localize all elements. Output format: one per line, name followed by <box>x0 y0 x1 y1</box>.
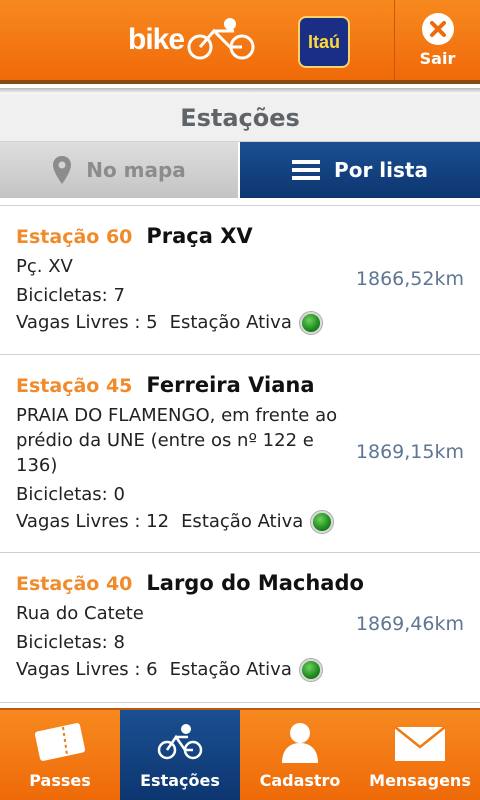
list-view-button[interactable]: Por lista <box>240 142 480 198</box>
map-view-label: No mapa <box>86 158 186 182</box>
map-pin-icon <box>53 156 72 184</box>
map-view-button[interactable]: No mapa <box>0 142 240 198</box>
station-status: Estação Ativa <box>169 659 292 680</box>
station-number: Estação 60 <box>16 226 133 248</box>
page-title: Estações <box>0 94 480 142</box>
divider <box>0 198 480 206</box>
station-free-slots: Vagas Livres : 12 <box>16 511 170 532</box>
station-status: Estação Ativa <box>181 511 304 532</box>
logo-text: bike <box>128 23 185 56</box>
station-name: Largo do Machado <box>146 571 364 595</box>
bike-logo-icon <box>187 18 255 60</box>
itau-logo-text: Itaú <box>307 31 340 52</box>
station-name: Praça XV <box>146 224 253 248</box>
station-status: Estação Ativa <box>169 312 292 333</box>
top-bar: bike Itaú Sair <box>0 0 480 84</box>
tab-messages-label: Mensagens <box>369 771 471 790</box>
station-distance: 1869,15km <box>355 441 464 463</box>
station-status-line: Vagas Livres : 6 Estação Ativa <box>16 655 480 685</box>
station-name: Ferreira Viana <box>146 373 315 397</box>
station-free-slots: Vagas Livres : 6 <box>16 659 158 680</box>
station-row[interactable]: Estação 60 Praça XV Pç. XV Bicicletas: 7… <box>0 206 480 355</box>
list-view-label: Por lista <box>334 158 428 182</box>
station-number: Estação 45 <box>16 375 133 397</box>
station-row[interactable]: Estação 40 Largo do Machado Rua do Catet… <box>0 553 480 703</box>
status-active-icon <box>311 511 334 533</box>
station-header: Estação 45 Ferreira Viana <box>16 373 480 397</box>
bottom-nav: Passes Estações Cadastro Mensagens <box>0 708 480 800</box>
tab-passes-label: Passes <box>29 771 91 790</box>
bikerio-logo: bike <box>128 16 260 64</box>
station-address: PRAIA DO FLAMENGO, em frente ao prédio d… <box>16 405 338 476</box>
tab-register[interactable]: Cadastro <box>240 710 360 800</box>
station-distance: 1866,52km <box>355 268 464 290</box>
envelope-icon <box>394 726 446 761</box>
status-active-icon <box>299 312 322 334</box>
station-row[interactable]: Estação 45 Ferreira Viana PRAIA DO FLAME… <box>0 355 480 553</box>
station-status-line: Vagas Livres : 12 Estação Ativa <box>16 507 480 537</box>
status-active-icon <box>299 659 322 681</box>
station-free-slots: Vagas Livres : 5 <box>16 312 158 333</box>
tab-passes[interactable]: Passes <box>0 710 120 800</box>
ticket-icon <box>34 723 86 761</box>
bike-icon <box>157 724 203 760</box>
exit-label: Sair <box>419 48 456 68</box>
exit-button[interactable]: Sair <box>394 0 480 80</box>
station-bikes: Bicicletas: 0 <box>16 484 125 505</box>
tab-stations-label: Estações <box>140 771 220 790</box>
station-address: Rua do Catete <box>16 603 144 624</box>
view-toggle: No mapa Por lista <box>0 142 480 198</box>
person-icon <box>282 723 318 763</box>
list-icon <box>292 160 321 180</box>
tab-stations[interactable]: Estações <box>120 710 240 800</box>
tab-messages[interactable]: Mensagens <box>360 710 480 800</box>
station-address: Pç. XV <box>16 256 73 277</box>
tab-register-label: Cadastro <box>259 771 341 790</box>
station-header: Estação 60 Praça XV <box>16 224 480 248</box>
station-number: Estação 40 <box>16 573 133 595</box>
itau-logo: Itaú <box>298 16 350 68</box>
station-bikes: Bicicletas: 7 <box>16 285 125 306</box>
station-header: Estação 40 Largo do Machado <box>16 571 480 595</box>
station-status-line: Vagas Livres : 5 Estação Ativa <box>16 308 480 338</box>
station-distance: 1869,46km <box>355 613 464 635</box>
close-icon <box>421 12 454 45</box>
station-list: Estação 60 Praça XV Pç. XV Bicicletas: 7… <box>0 206 480 703</box>
station-bikes: Bicicletas: 8 <box>16 632 125 653</box>
